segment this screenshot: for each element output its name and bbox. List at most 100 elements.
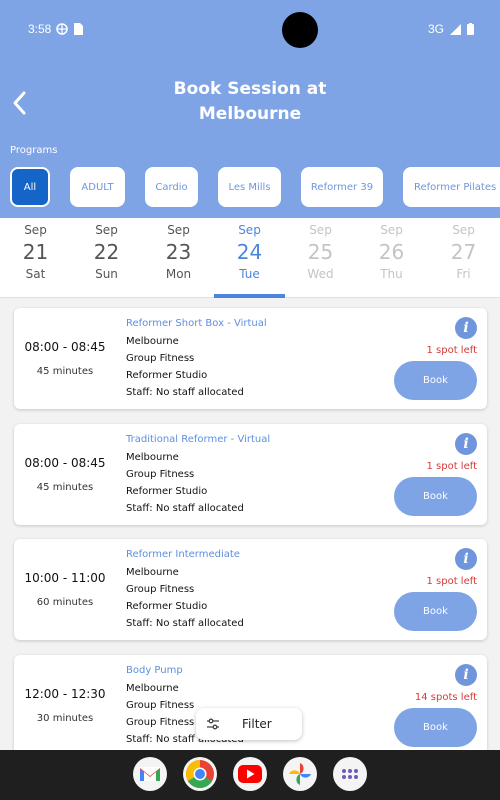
- session-staff: Staff: No staff allocated: [126, 387, 244, 398]
- session-card: 08:00 - 08:45 45 minutes Reformer Short …: [14, 308, 487, 409]
- session-duration: 60 minutes: [36, 597, 94, 608]
- day-weekday: Sat: [25, 267, 46, 281]
- day-date: 22: [93, 240, 120, 264]
- day-date: 27: [450, 240, 477, 264]
- info-icon[interactable]: i: [455, 317, 477, 339]
- date-selector: Sep 21 Sat Sep 22 Sun Sep 23 Mon Sep 24 …: [0, 218, 500, 298]
- back-arrow-icon[interactable]: [10, 90, 30, 116]
- day-thu-26[interactable]: Sep 26 Thu: [356, 218, 427, 298]
- spots-left: 14 spots left: [414, 692, 477, 703]
- program-chip-cardio[interactable]: Cardio: [145, 167, 198, 207]
- session-category: Group Fitness: [126, 469, 195, 480]
- session-location: Melbourne: [126, 567, 179, 578]
- spots-left: 1 spot left: [426, 576, 477, 587]
- day-month: Sep: [95, 223, 118, 237]
- network-type: 3G: [427, 22, 444, 36]
- session-category: Group Fitness: [126, 700, 195, 711]
- youtube-icon[interactable]: [233, 757, 267, 791]
- battery-icon: [467, 23, 474, 35]
- session-card: 08:00 - 08:45 45 minutes Traditional Ref…: [14, 424, 487, 525]
- day-weekday: Thu: [380, 267, 403, 281]
- program-chip-adult[interactable]: ADULT: [70, 167, 125, 207]
- programs-label: Programs: [10, 145, 58, 156]
- day-wed-25[interactable]: Sep 25 Wed: [285, 218, 356, 298]
- session-room: Reformer Studio: [126, 601, 208, 612]
- session-location: Melbourne: [126, 683, 179, 694]
- app-dock: [0, 750, 500, 800]
- program-chip-les-mills[interactable]: Les Mills: [218, 167, 281, 207]
- session-time: 08:00 - 08:45: [24, 456, 106, 470]
- info-icon[interactable]: i: [455, 548, 477, 570]
- page-title-line2: Melbourne: [198, 104, 302, 124]
- day-weekday: Wed: [307, 267, 334, 281]
- day-date: 24: [236, 240, 263, 264]
- status-time: 3:58: [28, 22, 52, 36]
- day-date: 26: [378, 240, 405, 264]
- day-weekday: Tue: [239, 267, 260, 281]
- session-location: Melbourne: [126, 336, 179, 347]
- book-button[interactable]: Book: [394, 361, 477, 400]
- day-date: 21: [22, 240, 49, 264]
- filter-button[interactable]: Filter: [196, 708, 302, 740]
- day-weekday: Fri: [456, 267, 471, 281]
- session-category: Group Fitness: [126, 584, 195, 595]
- session-location: Melbourne: [126, 452, 179, 463]
- page-title: Book Session at Melbourne: [100, 77, 400, 127]
- chrome-icon[interactable]: [183, 757, 217, 791]
- app-header: 3:58 3G Book Session at Melbourne Progra…: [0, 0, 500, 218]
- session-duration: 30 minutes: [36, 713, 94, 724]
- status-bar: 3:58 3G: [0, 0, 500, 62]
- day-weekday: Mon: [165, 267, 192, 281]
- session-name: Reformer Short Box - Virtual: [126, 318, 267, 329]
- apps-icon[interactable]: [333, 757, 367, 791]
- session-room: Group Fitness: [126, 717, 195, 728]
- session-time: 10:00 - 11:00: [24, 571, 106, 585]
- day-month: Sep: [309, 223, 332, 237]
- day-month: Sep: [24, 223, 47, 237]
- session-card: 10:00 - 11:00 60 minutes Reformer Interm…: [14, 539, 487, 640]
- book-button[interactable]: Book: [394, 592, 477, 631]
- sim-card-icon: [74, 23, 83, 35]
- status-indicators: 3G: [428, 22, 474, 36]
- program-chip-reformer-39[interactable]: Reformer 39: [301, 167, 383, 207]
- day-weekday: Sun: [95, 267, 118, 281]
- info-icon[interactable]: i: [455, 664, 477, 686]
- session-list[interactable]: 08:00 - 08:45 45 minutes Reformer Short …: [0, 298, 500, 750]
- day-fri-27[interactable]: Sep 27 Fri: [428, 218, 499, 298]
- session-room: Reformer Studio: [126, 486, 208, 497]
- session-time: 12:00 - 12:30: [24, 687, 106, 701]
- program-chip-reformer-pilates[interactable]: Reformer Pilates: [403, 167, 500, 207]
- gmail-icon[interactable]: [133, 757, 167, 791]
- session-name: Reformer Intermediate: [126, 549, 240, 560]
- program-chips: All ADULT Cardio Les Mills Reformer 39 R…: [0, 167, 500, 207]
- book-button[interactable]: Book: [394, 477, 477, 516]
- session-name: Body Pump: [126, 665, 183, 676]
- session-staff: Staff: No staff allocated: [126, 503, 244, 514]
- photos-icon[interactable]: [283, 757, 317, 791]
- day-sun-22[interactable]: Sep 22 Sun: [71, 218, 142, 298]
- day-tue-24-selected[interactable]: Sep 24 Tue: [214, 218, 285, 298]
- session-name: Traditional Reformer - Virtual: [126, 434, 271, 445]
- program-chip-all[interactable]: All: [10, 167, 50, 207]
- spots-left: 1 spot left: [426, 461, 477, 472]
- session-time: 08:00 - 08:45: [24, 340, 106, 354]
- day-month: Sep: [167, 223, 190, 237]
- day-month: Sep: [452, 223, 475, 237]
- day-month: Sep: [380, 223, 403, 237]
- day-date: 23: [165, 240, 192, 264]
- day-mon-23[interactable]: Sep 23 Mon: [143, 218, 214, 298]
- spots-left: 1 spot left: [426, 345, 477, 356]
- camera-cutout: [282, 12, 318, 48]
- vpn-icon: [56, 23, 68, 35]
- day-sat-21[interactable]: Sep 21 Sat: [0, 218, 71, 298]
- session-duration: 45 minutes: [36, 366, 94, 377]
- book-button[interactable]: Book: [394, 708, 477, 747]
- session-staff: Staff: No staff allocated: [126, 618, 244, 629]
- session-category: Group Fitness: [126, 353, 195, 364]
- signal-icon: [450, 23, 461, 35]
- session-duration: 45 minutes: [36, 482, 94, 493]
- day-date: 25: [307, 240, 334, 264]
- info-icon[interactable]: i: [455, 433, 477, 455]
- page-title-line1: Book Session at: [173, 79, 327, 99]
- session-room: Reformer Studio: [126, 370, 208, 381]
